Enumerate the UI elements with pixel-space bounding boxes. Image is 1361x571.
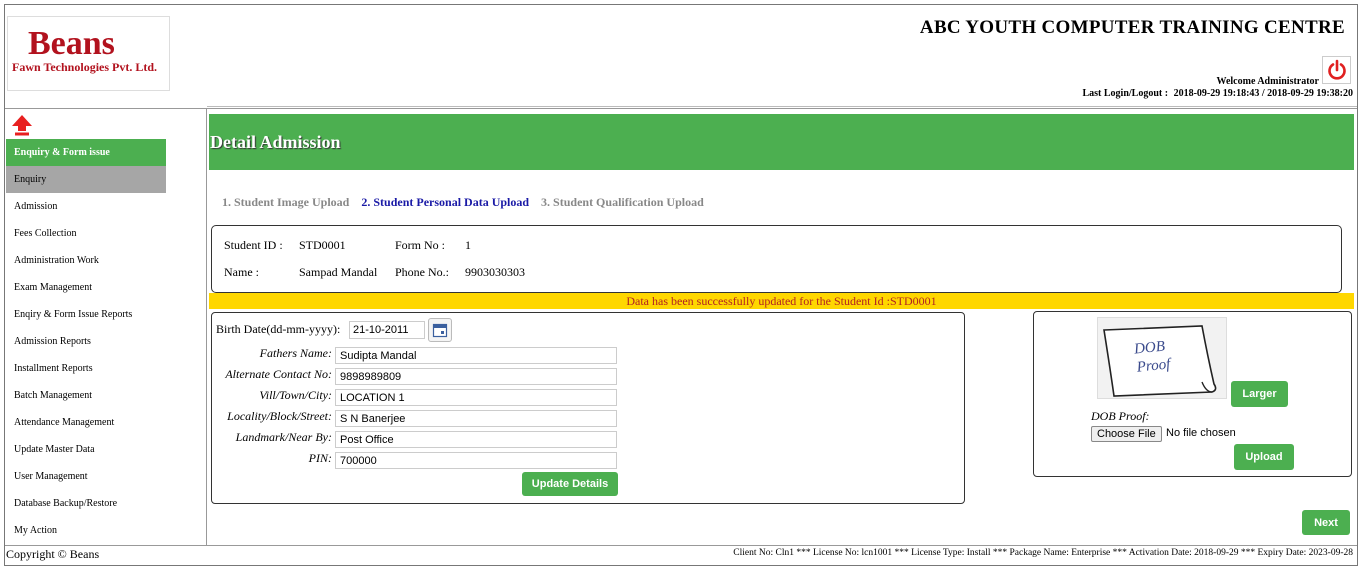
fathers-name-input[interactable] <box>335 347 617 364</box>
logo-sub-text: Fawn Technologies Pvt. Ltd. <box>12 60 158 74</box>
phone-value: 9903030303 <box>465 265 525 279</box>
header-divider <box>5 108 1357 109</box>
sidebar-item-attendance-management[interactable]: Attendance Management <box>6 409 206 436</box>
header-divider-inner <box>207 106 1357 107</box>
sidebar-item-enquiry-reports[interactable]: Enqiry & Form Issue Reports <box>6 301 206 328</box>
step-qualification-upload[interactable]: 3. Student Qualification Upload <box>541 195 704 210</box>
sidebar-item-administration-work[interactable]: Administration Work <box>6 247 206 274</box>
upload-button[interactable]: Upload <box>1234 444 1294 470</box>
next-button[interactable]: Next <box>1302 510 1350 535</box>
dob-proof-text-1: DOB <box>1132 338 1165 357</box>
sidebar-item-fees-collection[interactable]: Fees Collection <box>6 220 206 247</box>
birth-date-label: Birth Date(dd-mm-yyyy): <box>216 322 341 336</box>
step-personal-data-upload[interactable]: 2. Student Personal Data Upload <box>361 195 529 210</box>
welcome-text: Welcome Administrator <box>1216 76 1319 87</box>
dob-proof-label: DOB Proof: <box>1091 409 1150 423</box>
field-row-pin: PIN: <box>212 451 622 469</box>
power-icon <box>1327 59 1346 80</box>
sidebar: Enquiry & Form issue Enquiry Admission F… <box>5 109 207 546</box>
sidebar-item-user-management[interactable]: User Management <box>6 463 206 490</box>
license-info: Client No: Cln1 *** License No: lcn1001 … <box>733 548 1353 558</box>
sidebar-item-admission[interactable]: Admission <box>6 193 206 220</box>
calendar-icon <box>432 323 448 338</box>
landmark-input[interactable] <box>335 431 617 448</box>
footer-divider <box>5 545 1357 546</box>
update-details-button[interactable]: Update Details <box>522 472 618 496</box>
phone-label: Phone No.: <box>395 265 449 279</box>
last-login-label: Last Login/Logout : <box>1082 88 1169 99</box>
pin-input[interactable] <box>335 452 617 469</box>
alternate-contact-input[interactable] <box>335 368 617 385</box>
student-id-label: Student ID : <box>224 238 283 252</box>
page-banner: Detail Admission <box>209 114 1354 170</box>
page-title: Detail Admission <box>210 132 341 152</box>
birth-date-input[interactable] <box>349 321 425 339</box>
success-message: Data has been successfully updated for t… <box>209 293 1354 309</box>
field-row-locality: Locality/Block/Street: <box>212 409 622 427</box>
sidebar-menu: Enquiry & Form issue Enquiry Admission F… <box>6 139 206 544</box>
sidebar-item-installment-reports[interactable]: Installment Reports <box>6 355 206 382</box>
sidebar-item-update-master-data[interactable]: Update Master Data <box>6 436 206 463</box>
sidebar-item-my-action[interactable]: My Action <box>6 517 206 544</box>
no-file-text: No file chosen <box>1166 427 1236 439</box>
landmark-label: Landmark/Near By: <box>235 430 332 444</box>
sidebar-item-exam-management[interactable]: Exam Management <box>6 274 206 301</box>
sidebar-item-admission-reports[interactable]: Admission Reports <box>6 328 206 355</box>
pin-label: PIN: <box>308 451 332 465</box>
fathers-name-label: Fathers Name: <box>259 346 332 360</box>
step-image-upload[interactable]: 1. Student Image Upload <box>222 195 349 210</box>
alternate-contact-label: Alternate Contact No: <box>225 367 332 381</box>
logo-main-text: Beans <box>28 25 115 62</box>
field-row-landmark: Landmark/Near By: <box>212 430 622 448</box>
student-id-value: STD0001 <box>299 238 346 252</box>
field-row-city: Vill/Town/City: <box>212 388 622 406</box>
student-name-value: Sampad Mandal <box>299 265 378 279</box>
sidebar-item-enquiry-form-issue[interactable]: Enquiry & Form issue <box>6 139 166 166</box>
field-row-fathers-name: Fathers Name: <box>212 346 622 364</box>
locality-input[interactable] <box>335 410 617 427</box>
choose-file-button[interactable]: Choose File <box>1091 426 1162 442</box>
student-info-panel: Student ID : STD0001 Form No : 1 Name : … <box>211 225 1342 293</box>
form-no-value: 1 <box>465 238 471 252</box>
sidebar-item-batch-management[interactable]: Batch Management <box>6 382 206 409</box>
app-title: ABC YOUTH COMPUTER TRAINING CENTRE <box>919 17 1345 38</box>
logout-button[interactable] <box>1322 56 1351 84</box>
logo: Beans Fawn Technologies Pvt. Ltd. <box>7 16 170 91</box>
sidebar-item-database-backup[interactable]: Database Backup/Restore <box>6 490 206 517</box>
form-no-label: Form No : <box>395 238 446 252</box>
step-nav: 1. Student Image Upload 2. Student Perso… <box>222 195 713 210</box>
dob-proof-panel: DOB Proof Larger DOB Proof: Choose File … <box>1033 311 1352 477</box>
larger-button[interactable]: Larger <box>1231 381 1288 407</box>
locality-label: Locality/Block/Street: <box>227 409 332 423</box>
dob-proof-note-icon: DOB Proof <box>1103 325 1217 397</box>
student-name-label: Name : <box>224 265 259 279</box>
personal-data-form: Birth Date(dd-mm-yyyy): Fathers Name: Al… <box>211 312 965 504</box>
sidebar-item-enquiry[interactable]: Enquiry <box>6 166 166 193</box>
up-arrow-icon[interactable] <box>11 114 33 136</box>
calendar-button[interactable] <box>428 318 452 342</box>
city-input[interactable] <box>335 389 617 406</box>
dob-proof-image: DOB Proof <box>1097 317 1227 399</box>
last-login: Last Login/Logout : 2018-09-29 19:18:43 … <box>1083 88 1354 99</box>
copyright: Copyright © Beans <box>6 547 100 561</box>
field-row-alternate-contact: Alternate Contact No: <box>212 367 622 385</box>
last-login-value: 2018-09-29 19:18:43 / 2018-09-29 19:38:2… <box>1173 88 1353 99</box>
city-label: Vill/Town/City: <box>259 388 332 402</box>
